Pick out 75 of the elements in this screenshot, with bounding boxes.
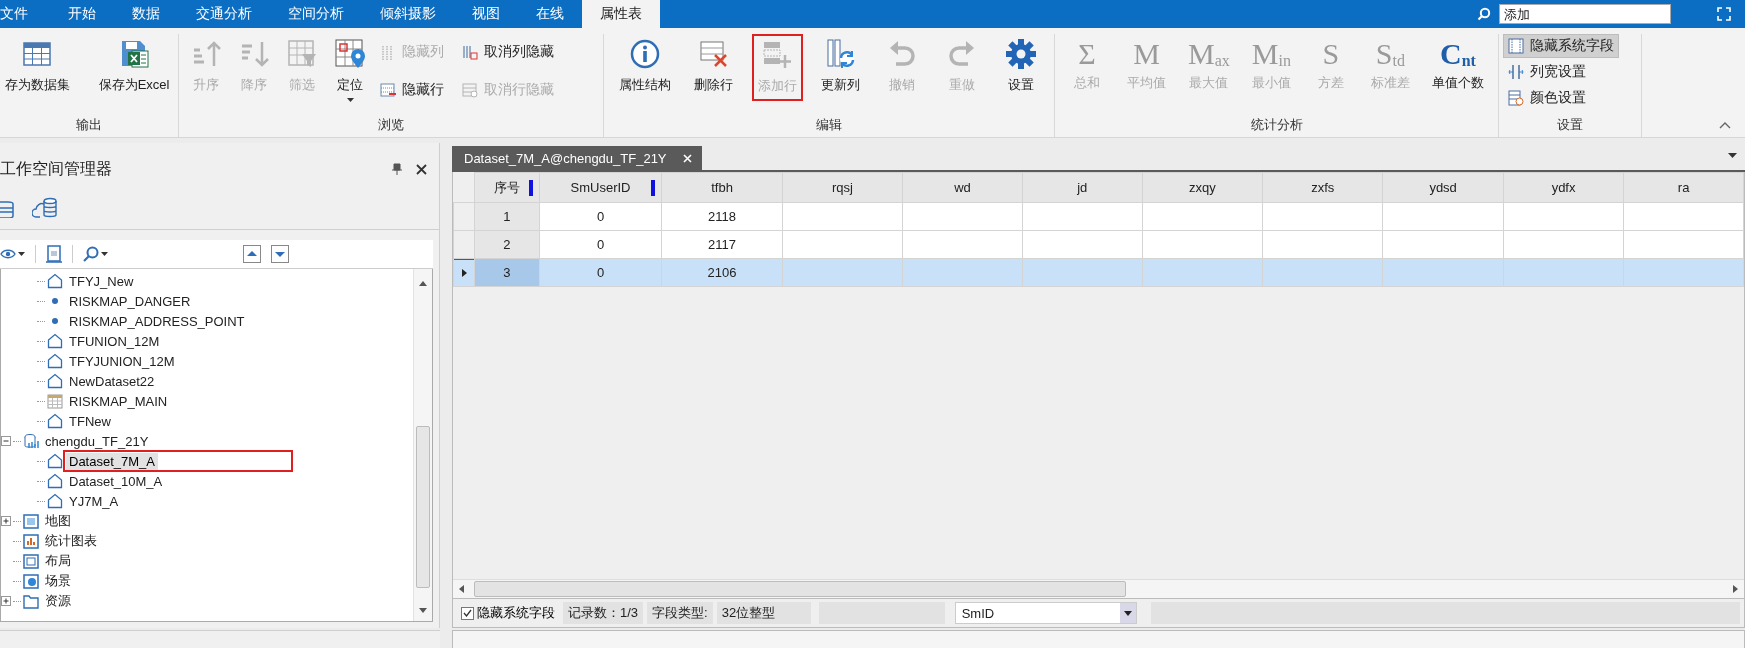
tree-item[interactable]: TFYJUNION_12M xyxy=(66,352,178,370)
table-cell: 2118 xyxy=(661,202,783,231)
column-header[interactable]: wd xyxy=(902,172,1023,203)
tree-item[interactable]: Dataset_10M_A xyxy=(66,472,166,490)
table-cell: 0 xyxy=(539,258,662,287)
ribbon-button[interactable]: 存为数据集 xyxy=(0,34,75,99)
column-header[interactable]: ra xyxy=(1623,172,1744,203)
ribbon-button[interactable]: C$_{nt}$ 单值个数 xyxy=(1426,34,1489,97)
table-cell: 0 xyxy=(539,230,662,259)
column-header[interactable]: zxqy xyxy=(1142,172,1263,203)
ribbon-button[interactable]: 颜色设置 xyxy=(1503,86,1619,110)
column-header[interactable]: rqsj xyxy=(782,172,903,203)
ribbon-button[interactable]: 定位 xyxy=(327,34,373,107)
ribbon-button[interactable]: 取消列隐藏 xyxy=(457,40,559,64)
column-header[interactable]: jd xyxy=(1022,172,1143,203)
menu-tab[interactable]: 文件 xyxy=(0,0,50,28)
tree-item[interactable]: TFYJ_New xyxy=(66,272,137,290)
record-count: 记录数：1/3 xyxy=(563,602,644,625)
field-type-value: 32位整型 xyxy=(716,602,811,625)
field-dropdown[interactable]: SmID xyxy=(954,602,1137,625)
tree-item[interactable]: RISKMAP_DANGER xyxy=(66,292,194,310)
tree-item[interactable]: RISKMAP_ADDRESS_POINT xyxy=(66,312,248,330)
panel-title: 工作空间管理器 xyxy=(0,158,112,179)
field-type-label: 字段类型: xyxy=(647,602,713,625)
column-header[interactable]: ydfx xyxy=(1503,172,1624,203)
menu-tab[interactable]: 数据 xyxy=(114,0,178,28)
row-number: 3 xyxy=(474,258,540,287)
ribbon-button[interactable]: 属性结构 xyxy=(613,34,676,99)
column-header[interactable]: SmUserID xyxy=(539,172,662,203)
table-row[interactable]: 2 0 2117 xyxy=(453,230,1744,259)
group-label: 设置 xyxy=(1556,116,1584,135)
group-label: 浏览 xyxy=(377,116,405,135)
hide-system-fields-checkbox[interactable]: 隐藏系统字段 xyxy=(457,604,559,623)
column-header[interactable]: tfbh xyxy=(661,172,783,203)
table-cell: 0 xyxy=(539,202,662,231)
tree-item[interactable]: Dataset_7M_A xyxy=(66,452,158,470)
table-cell: 2117 xyxy=(661,230,783,259)
group-label: 输出 xyxy=(75,116,103,135)
tree-item[interactable]: chengdu_TF_21Y xyxy=(42,432,152,450)
column-header[interactable]: zxfs xyxy=(1262,172,1383,203)
menu-tab[interactable]: 视图 xyxy=(454,0,518,28)
menu-tab[interactable]: 开始 xyxy=(50,0,114,28)
tree-item[interactable]: TFUNION_12M xyxy=(66,332,163,350)
tree-item[interactable]: YJ7M_A xyxy=(66,492,122,510)
group-label: 编辑 xyxy=(815,116,843,135)
tree-item[interactable]: 统计图表 xyxy=(42,531,100,552)
table-row[interactable]: 3 0 2106 xyxy=(453,258,1744,287)
tree-item[interactable]: 资源 xyxy=(42,591,74,612)
document-tab[interactable]: Dataset_7M_A@chengdu_TF_21Y xyxy=(452,146,702,171)
menu-tab[interactable]: 交通分析 xyxy=(178,0,270,28)
table-cell: 2106 xyxy=(661,258,783,287)
ribbon-button[interactable]: 设置 xyxy=(998,34,1045,99)
column-header[interactable]: ydsd xyxy=(1382,172,1504,203)
tree-item[interactable]: 场景 xyxy=(42,571,74,592)
ribbon-button[interactable]: 隐藏系统字段 xyxy=(1503,34,1619,58)
ribbon-button[interactable]: 删除行 xyxy=(689,34,739,99)
tree-item[interactable]: RISKMAP_MAIN xyxy=(66,392,171,410)
row-number: 1 xyxy=(474,202,540,231)
column-header[interactable]: 序号 xyxy=(474,172,540,203)
table-row[interactable]: 1 0 2118 xyxy=(453,202,1744,231)
tree-item[interactable]: NewDataset22 xyxy=(66,372,158,390)
tree-item[interactable]: TFNew xyxy=(66,412,114,430)
group-label: 统计分析 xyxy=(1249,116,1304,135)
menu-tab[interactable]: 在线 xyxy=(518,0,582,28)
ribbon-button[interactable]: 保存为Excel xyxy=(94,34,174,99)
ribbon-button[interactable]: 更新列 xyxy=(816,34,866,99)
ribbon-button[interactable]: 隐藏行 xyxy=(375,78,449,102)
menu-tab[interactable]: 属性表 xyxy=(582,0,660,28)
menu-tab[interactable]: 倾斜摄影 xyxy=(362,0,454,28)
ribbon-button[interactable]: 列宽设置 xyxy=(1503,60,1619,84)
menu-tab[interactable]: 空间分析 xyxy=(270,0,362,28)
row-number: 2 xyxy=(474,230,540,259)
tree-item[interactable]: 布局 xyxy=(42,551,74,572)
search-field[interactable]: 添加 xyxy=(1499,4,1671,24)
tree-item[interactable]: 地图 xyxy=(42,511,74,532)
